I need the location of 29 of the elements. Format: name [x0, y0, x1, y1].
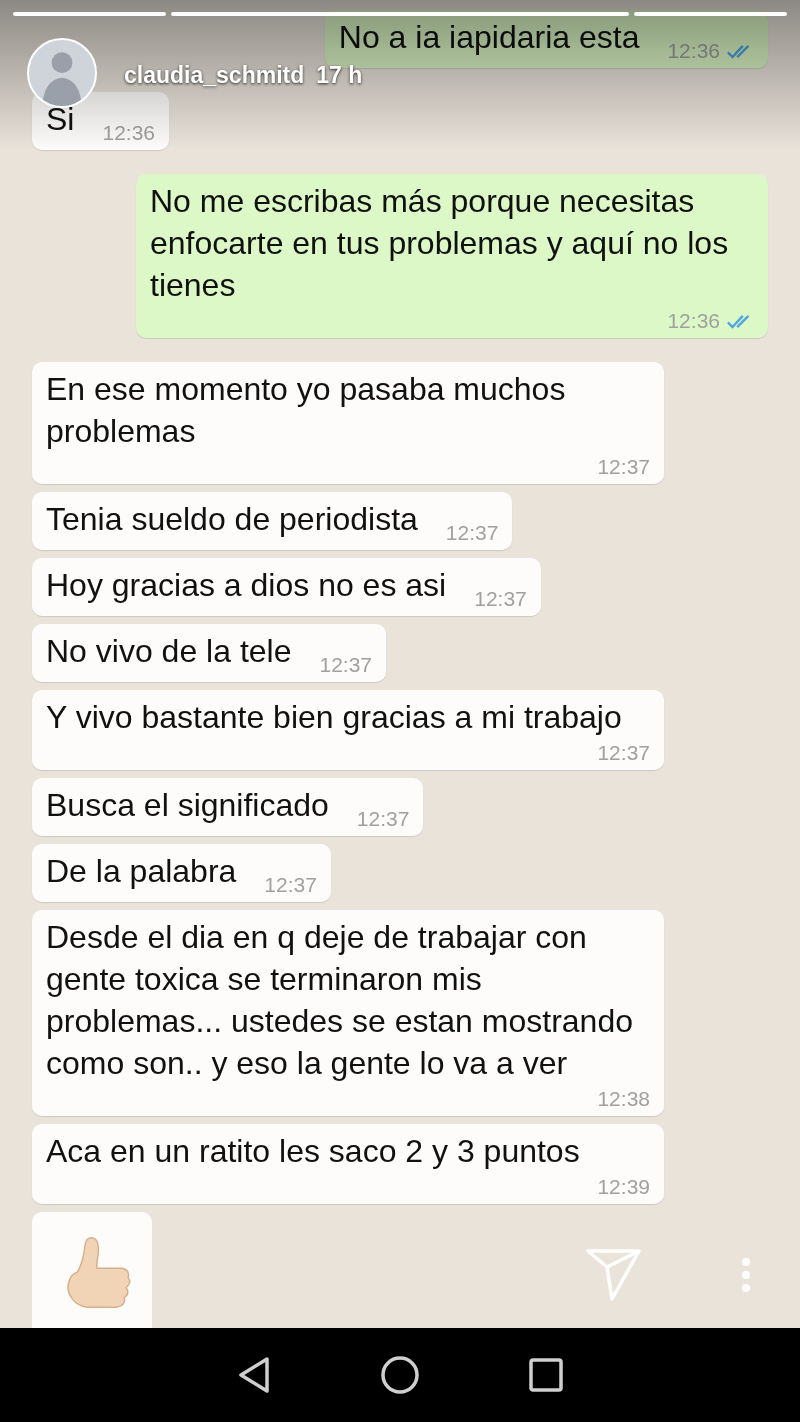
- back-icon[interactable]: [237, 1356, 271, 1394]
- message-text: De la palabra: [46, 852, 237, 891]
- message-time: 12:37: [319, 657, 373, 673]
- message-text: Tenia sueldo de periodista: [46, 500, 418, 539]
- message-time: 12:38: [597, 1091, 650, 1107]
- message-text: No vivo de la tele: [46, 632, 292, 671]
- message-text: Y vivo bastante bien gracias a mi trabajo: [46, 698, 622, 737]
- message-text: No a ia iapidaria esta: [338, 18, 640, 57]
- message-time: 12:37: [264, 877, 317, 893]
- message-time: 12:37: [597, 745, 650, 761]
- message-text: No me escribas más porque necesitas enfocarte en tus problemas y aquí no los tienes: [150, 182, 730, 305]
- message-text: Busca el significado: [46, 786, 329, 825]
- message-text: Aca en un ratito les saco 2 y 3 puntos: [46, 1132, 580, 1171]
- message-time: 12:37: [474, 591, 527, 607]
- message-time: 12:37: [597, 459, 650, 475]
- story-age: 17 h: [316, 61, 363, 90]
- message-text: Si: [46, 100, 75, 139]
- message-time: 12:36: [667, 313, 720, 329]
- recents-icon[interactable]: [529, 1358, 563, 1392]
- message-time: 12:39: [597, 1179, 650, 1195]
- message-time: 12:36: [667, 43, 720, 59]
- message-time: 12:37: [356, 811, 410, 827]
- message-text: En ese momento yo pasaba muchos problemas: [46, 370, 567, 451]
- message-text: Hoy gracias a dios no es asi: [46, 566, 447, 605]
- home-icon[interactable]: [381, 1356, 419, 1394]
- message-time: 12:37: [445, 525, 499, 541]
- message-time: 12:36: [102, 125, 155, 141]
- message-text: Desde el dia en q deje de trabajar con gente toxica se terminaron mis problemas... ustedes se estan mostrando como son.. y eso la gente lo va a ver: [46, 918, 634, 1083]
- username[interactable]: claudia_schmitd: [124, 58, 305, 93]
